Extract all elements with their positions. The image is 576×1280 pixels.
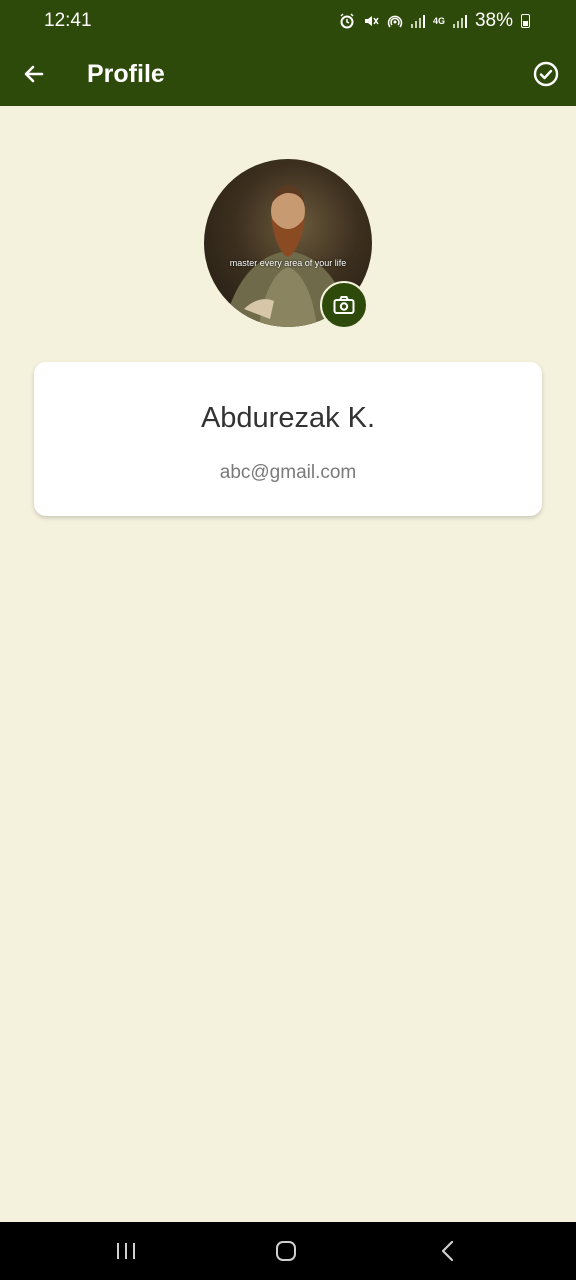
back-chevron-icon[interactable] xyxy=(436,1239,460,1263)
avatar-container: master every area of your life xyxy=(204,159,372,329)
network-type: 4G xyxy=(432,15,445,26)
status-time: 12:41 xyxy=(44,10,92,31)
change-photo-button[interactable] xyxy=(320,281,368,329)
camera-icon xyxy=(333,296,355,314)
signal-icon xyxy=(410,14,425,28)
recents-icon[interactable] xyxy=(114,1241,138,1261)
arrow-left-icon xyxy=(24,65,44,83)
battery-percent: 38% xyxy=(474,10,513,31)
home-icon[interactable] xyxy=(274,1239,298,1263)
battery-icon xyxy=(521,14,530,28)
page-title: Profile xyxy=(87,60,165,88)
signal-icon-2 xyxy=(452,14,467,28)
avatar-caption: master every area of your life xyxy=(229,258,347,268)
status-bar: 12:41 4G 38% xyxy=(0,0,576,42)
mute-icon xyxy=(364,16,379,26)
hotspot-icon xyxy=(387,15,403,28)
system-nav-bar xyxy=(0,1222,576,1280)
profile-email: abc@gmail.com xyxy=(219,462,357,483)
alarm-icon xyxy=(340,13,354,29)
check-circle-icon xyxy=(533,61,559,87)
profile-name: Abdurezak K. xyxy=(200,402,376,434)
app-bar: Profile xyxy=(0,42,576,106)
status-icons: 4G 38% xyxy=(339,10,530,32)
back-button[interactable] xyxy=(18,58,50,90)
profile-card: Abdurezak K. abc@gmail.com xyxy=(34,362,542,516)
save-button[interactable] xyxy=(530,58,562,90)
